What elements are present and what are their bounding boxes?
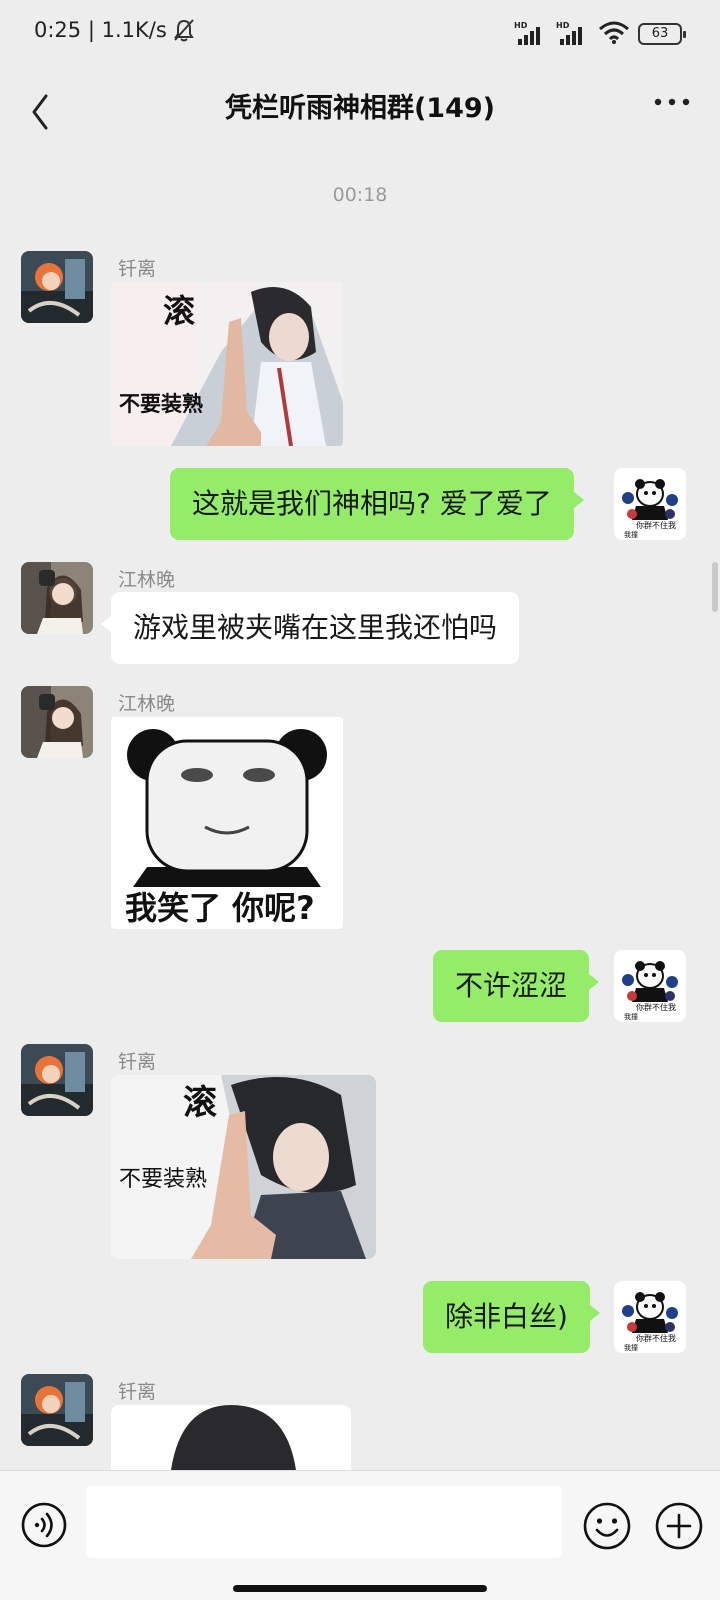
sender-name: 钎离: [118, 258, 157, 280]
more-dots-icon: [654, 98, 690, 106]
chat-title: 凭栏听雨神相群(149): [224, 93, 496, 124]
sticker-caption: 滚: [163, 292, 196, 330]
sticker-image[interactable]: 滚 不要装熟: [111, 282, 343, 446]
sticker-caption: 我笑了 你呢?: [125, 889, 315, 927]
sticker-caption: 不要装熟: [119, 1167, 208, 1192]
sticker-image[interactable]: 滚 不要装熟: [111, 1075, 376, 1259]
signal-icon: HD: [514, 21, 548, 45]
sticker-image[interactable]: [111, 1405, 351, 1470]
outgoing-message-bubble[interactable]: 这就是我们神相吗? 爱了爱了: [170, 468, 584, 540]
status-right: HD HD 63: [514, 20, 686, 48]
own-avatar[interactable]: 你群不住我 我撞: [614, 950, 686, 1022]
plus-circle-icon: [655, 1502, 703, 1550]
status-bar: 0:25 | 1.1K/s HD HD 63: [0, 0, 720, 68]
own-avatar[interactable]: 你群不住我 我撞: [614, 468, 686, 540]
avatar-caption: 我撞: [624, 531, 638, 539]
sticker-caption: 滚: [183, 1083, 217, 1123]
emoji-icon: [583, 1502, 631, 1550]
outgoing-message-bubble[interactable]: 除非白丝): [423, 1281, 600, 1353]
avatar-jianglinwan[interactable]: [21, 686, 93, 758]
voice-button[interactable]: [20, 1501, 68, 1549]
scrollbar[interactable]: [712, 562, 718, 612]
avatar-caption: 你群不住我: [636, 1003, 676, 1012]
plus-button[interactable]: [654, 1501, 704, 1551]
voice-icon: [21, 1502, 67, 1548]
message-timestamp: 00:18: [332, 184, 388, 206]
avatar-caption: 你群不住我: [636, 1334, 676, 1343]
avatar-caption: 我撞: [624, 1344, 638, 1352]
wifi-icon: [598, 20, 630, 48]
sender-name: 钎离: [118, 1381, 157, 1403]
sender-name: 江林晚: [118, 569, 176, 591]
avatar-caption: 你群不住我: [636, 521, 676, 530]
own-avatar[interactable]: 你群不住我 我撞: [614, 1281, 686, 1353]
chat-header: 凭栏听雨神相群(149): [0, 68, 720, 148]
sticker-image[interactable]: 我笑了 你呢?: [111, 717, 343, 929]
home-indicator[interactable]: [233, 1585, 487, 1592]
outgoing-message-bubble[interactable]: 不许涩涩: [433, 950, 600, 1022]
avatar-caption: 我撞: [624, 1013, 638, 1021]
sticker-caption: 不要装熟: [119, 392, 203, 416]
more-button[interactable]: [652, 92, 692, 122]
incoming-message-bubble[interactable]: 游戏里被夹嘴在这里我还怕吗: [100, 592, 520, 664]
status-time: 0:25 | 1.1K/s: [34, 18, 167, 42]
battery-icon: 63: [638, 23, 686, 45]
avatar-qianli[interactable]: [21, 1374, 93, 1446]
sender-name: 钎离: [118, 1051, 157, 1073]
bell-off-icon: [173, 18, 195, 42]
emoji-button[interactable]: [582, 1501, 632, 1551]
avatar-qianli[interactable]: [21, 251, 93, 323]
sender-name: 江林晚: [118, 693, 176, 715]
status-left: 0:25 | 1.1K/s: [34, 18, 195, 42]
signal-icon: HD: [556, 21, 590, 45]
input-bar: [0, 1470, 720, 1600]
avatar-jianglinwan[interactable]: [21, 562, 93, 634]
message-input[interactable]: [86, 1486, 562, 1558]
avatar-qianli[interactable]: [21, 1044, 93, 1116]
